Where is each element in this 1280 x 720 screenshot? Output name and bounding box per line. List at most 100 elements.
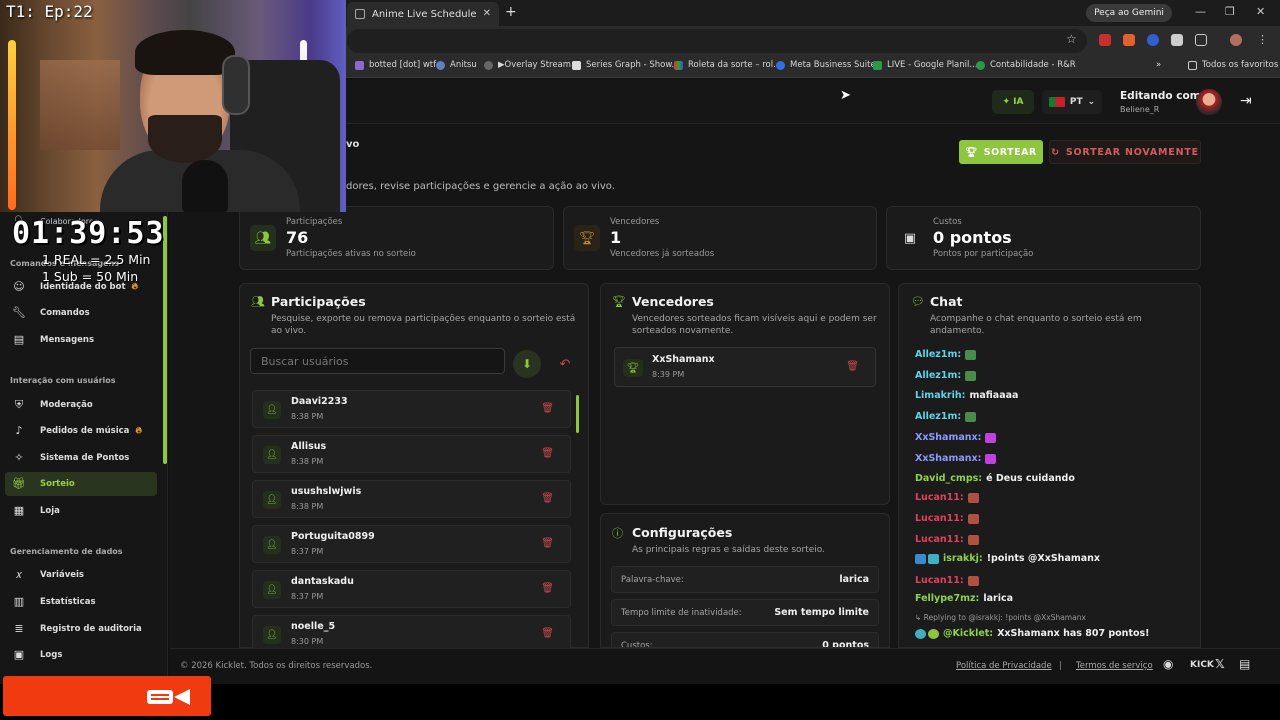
variable-icon: 𝑥 [15, 568, 23, 581]
sidebar-scrollbar[interactable] [163, 216, 167, 464]
sidebar-item-sistema[interactable]: ✧ Sistema de Pontos [5, 446, 157, 470]
kick-icon[interactable]: KICK [1190, 660, 1214, 670]
close-tab-icon[interactable]: ✕ [483, 8, 491, 19]
bookmark-item[interactable]: botted [dot] wtf [355, 60, 436, 70]
draw-button[interactable]: 🏆︎ SORTEAR [959, 140, 1043, 164]
chat-username[interactable]: Lucan11: [915, 492, 964, 503]
maximize-icon[interactable]: ❐ [1225, 5, 1235, 18]
bookmark-item[interactable]: ▶ Overlay Stream [484, 60, 571, 70]
bookmark-label: LIVE - Google Planil... [887, 60, 978, 70]
participations-title: Participações [271, 294, 366, 309]
scrollbar[interactable] [576, 395, 579, 433]
avatar[interactable] [1196, 89, 1222, 115]
profile-avatar-icon[interactable] [1230, 34, 1242, 46]
bookmark-item[interactable]: Contabilidade - R&R [976, 60, 1076, 70]
trash-icon[interactable]: 🗑︎ [541, 583, 554, 594]
config-row: Palavra-chave: larica [611, 566, 879, 593]
chat-username[interactable]: Limakrih: [915, 390, 965, 401]
extensions-puzzle-icon[interactable] [1195, 34, 1207, 46]
bookmarks-overflow-icon[interactable]: » [1156, 60, 1161, 70]
x-icon[interactable]: 𝕏 [1215, 657, 1225, 671]
chat-message: Fellype7mz: larica [915, 593, 1013, 604]
trash-icon[interactable]: 🗑︎ [541, 448, 554, 459]
download-button[interactable]: ⬇ [513, 350, 541, 378]
chat-username[interactable]: Lucan11: [915, 575, 964, 586]
extension-icon[interactable] [1171, 34, 1183, 46]
chat-username[interactable]: israkkj: [943, 553, 983, 564]
winner-name: XxShamanx [652, 354, 715, 365]
trash-icon[interactable]: 🗑︎ [541, 628, 554, 639]
sidebar-item-pedidos[interactable]: ♪ Pedidos de música 🔥︎ [5, 419, 157, 443]
chat-username[interactable]: Fellype7mz: [915, 593, 979, 604]
sidebar-item-loja[interactable]: ▦ Loja [5, 499, 157, 523]
wrench-icon: 🔧︎ [12, 306, 26, 319]
bookmark-item[interactable]: Anitsu [436, 60, 477, 70]
chat-message: Allez1m: [915, 411, 977, 422]
microphone-icon [182, 160, 228, 212]
participant-time: 8:37 PM [291, 547, 324, 556]
chat-username[interactable]: Allez1m: [915, 349, 961, 360]
chevron-down-icon: ⌄ [1087, 97, 1096, 107]
extension-icon[interactable] [1147, 34, 1159, 46]
trash-icon[interactable]: 🗑︎ [541, 493, 554, 504]
document-icon[interactable]: ▤ [1239, 657, 1250, 671]
sidebar-item-sorteio[interactable]: 🎁︎ Sorteio [5, 472, 157, 496]
bookmark-folder-label: Todos os favoritos [1202, 60, 1279, 70]
chat-username[interactable]: Lucan11: [915, 534, 964, 545]
trash-icon[interactable]: 🗑︎ [541, 403, 554, 414]
chat-username[interactable]: @Kicklet: [943, 628, 993, 639]
extension-icon[interactable] [1123, 34, 1135, 46]
chat-username[interactable]: David_cmps: [915, 473, 982, 484]
address-input[interactable] [347, 29, 1087, 53]
participant-name: noelle_5 [291, 621, 336, 632]
sidebar-item-comandos[interactable]: 🔧︎ Comandos [5, 301, 157, 325]
sidebar-item-variáveis[interactable]: 𝑥 Variáveis [5, 563, 157, 587]
config-key: Tempo limite de inatividade: [621, 608, 742, 618]
sidebar-item-label: Sorteio [40, 479, 75, 489]
undo-button[interactable]: ↶ [551, 350, 579, 378]
stream-timer: 01:39:53 [12, 216, 165, 251]
bookmark-folder[interactable]: Todos os favoritos [1188, 60, 1278, 70]
extension-icon[interactable] [1099, 34, 1111, 46]
privacy-link[interactable]: Política de Privacidade [956, 661, 1052, 671]
bookmark-item[interactable]: LIVE - Google Planil... [873, 60, 978, 70]
sidebar-item-mensagens[interactable]: ▤ Mensagens [5, 328, 157, 352]
chat-username[interactable]: Allez1m: [915, 411, 961, 422]
chat-username[interactable]: Allez1m: [915, 370, 961, 381]
minimize-icon[interactable]: — [1195, 5, 1206, 18]
logout-icon[interactable]: ⇥ [1240, 93, 1252, 109]
page-subtitle: dores, revise participações e gerencie a… [346, 181, 615, 192]
gemini-label: Peça ao Gemini [1094, 8, 1164, 18]
sidebar-item-moderação[interactable]: ⛨ Moderação [5, 393, 157, 417]
redraw-button[interactable]: ↻ SORTEAR NOVAMENTE [1049, 140, 1201, 164]
trash-icon[interactable]: 🗑︎ [846, 361, 859, 372]
sidebar-item-logs[interactable]: ▣ Logs [5, 643, 157, 667]
bookmark-label: Contabilidade - R&R [990, 60, 1076, 70]
sidebar-item-registro[interactable]: ≣ Registro de auditoria [5, 617, 157, 641]
bookmark-item[interactable]: Series Graph - Show... [572, 60, 680, 70]
participations-desc: Pesquise, exporte ou remova participaçõe… [271, 314, 576, 324]
new-tab-icon[interactable]: + [505, 4, 517, 20]
bookmark-star-icon[interactable]: ☆ [1066, 32, 1077, 46]
language-selector[interactable]: PT ⌄ [1042, 90, 1102, 114]
ai-button[interactable]: ✦ IA [992, 90, 1034, 114]
sidebar-item-estatísticas[interactable]: ▥ Estatísticas [5, 590, 157, 614]
window-close-icon[interactable]: ✕ [1256, 5, 1265, 18]
bookmark-item[interactable]: Meta Business Suite [776, 60, 876, 70]
bookmark-item[interactable]: Roleta da sorte – rol... [674, 60, 781, 70]
participant-item: 👤︎ usushslwjwis 8:38 PM 🗑︎ [252, 480, 571, 518]
chat-username[interactable]: XxShamanx: [915, 453, 981, 464]
menu-dots-icon[interactable]: ⋮ [1257, 33, 1268, 46]
browser-tab[interactable]: Anime Live Schedule ✕ [347, 2, 499, 26]
config-row: Custos: 0 pontos [611, 632, 879, 648]
chat-username[interactable]: Lucan11: [915, 513, 964, 524]
terms-link[interactable]: Termos de serviço [1076, 661, 1153, 671]
user-icon: 👤︎ [263, 491, 281, 509]
gemini-button[interactable]: Peça ao Gemini [1086, 4, 1172, 22]
trash-icon[interactable]: 🗑︎ [541, 538, 554, 549]
chat-username[interactable]: XxShamanx: [915, 432, 981, 443]
sidebar-item-label: Comandos [40, 308, 90, 318]
store-icon: ▦ [13, 504, 25, 517]
search-input[interactable] [250, 348, 505, 374]
discord-icon[interactable]: ◉ [1163, 657, 1173, 671]
